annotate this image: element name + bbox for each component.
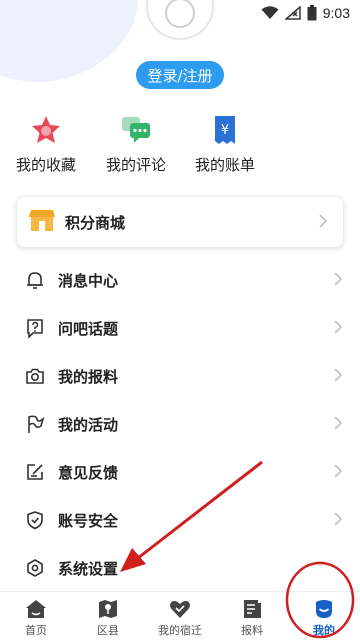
nav-label: 报料 bbox=[241, 624, 263, 637]
menu-item-my-reports[interactable]: 我的报料 bbox=[0, 352, 360, 400]
chevron-right-icon bbox=[319, 213, 328, 232]
nav-label: 首页 bbox=[25, 624, 47, 637]
heart-icon bbox=[169, 598, 191, 620]
menu-item-label: 我的报料 bbox=[58, 367, 119, 386]
question-icon bbox=[24, 317, 46, 339]
report-icon bbox=[241, 598, 263, 620]
menu-item-messages[interactable]: 消息中心 bbox=[0, 256, 360, 304]
chevron-right-icon bbox=[334, 271, 343, 290]
menu-item-my-activities[interactable]: 我的活动 bbox=[0, 400, 360, 448]
settings-icon bbox=[24, 557, 46, 579]
menu-item-topics[interactable]: 问吧话题 bbox=[0, 304, 360, 352]
menu-item-feedback[interactable]: 意见反馈 bbox=[0, 448, 360, 496]
star-icon bbox=[30, 114, 62, 146]
menu-item-label: 消息中心 bbox=[58, 271, 119, 290]
svg-text:¥: ¥ bbox=[221, 123, 229, 138]
shortcut-bills[interactable]: ¥ 我的账单 bbox=[185, 114, 265, 174]
chevron-right-icon bbox=[334, 511, 343, 530]
nav-label: 我的 bbox=[313, 624, 335, 637]
menu-list: 消息中心 问吧话题 我的报料 我的活动 意见反馈 账号安全 系统设置 bbox=[0, 256, 360, 592]
flag-icon bbox=[24, 413, 46, 435]
menu-item-label: 问吧话题 bbox=[58, 319, 119, 338]
shortcut-label: 我的评论 bbox=[105, 156, 166, 174]
chat-bubbles-icon bbox=[120, 114, 152, 146]
shortcut-label: 我的账单 bbox=[194, 156, 255, 174]
points-mall-label: 积分商城 bbox=[65, 213, 126, 232]
login-register-button[interactable]: 登录/注册 bbox=[136, 61, 224, 89]
nav-me[interactable]: 我的 bbox=[288, 592, 360, 640]
shop-icon bbox=[29, 208, 55, 236]
nav-home[interactable]: 首页 bbox=[0, 592, 72, 640]
nav-label: 区县 bbox=[97, 624, 119, 637]
wifi-icon bbox=[261, 6, 279, 20]
nav-label: 我的宿迁 bbox=[158, 624, 202, 637]
points-mall-card[interactable]: 积分商城 bbox=[17, 197, 343, 247]
nav-my-suqian[interactable]: 我的宿迁 bbox=[144, 592, 216, 640]
bottom-navigation: 首页 区县 我的宿迁 报料 我的 bbox=[0, 591, 360, 640]
menu-item-label: 意见反馈 bbox=[58, 463, 119, 482]
menu-item-account-security[interactable]: 账号安全 bbox=[0, 496, 360, 544]
chevron-right-icon bbox=[334, 415, 343, 434]
chevron-right-icon bbox=[334, 367, 343, 386]
bell-icon bbox=[24, 269, 46, 291]
shortcut-label: 我的收藏 bbox=[15, 156, 76, 174]
edit-icon bbox=[24, 461, 46, 483]
menu-item-label: 账号安全 bbox=[58, 511, 119, 530]
map-icon bbox=[97, 598, 119, 620]
camera-icon bbox=[24, 365, 46, 387]
chevron-right-icon bbox=[334, 463, 343, 482]
menu-item-system-settings[interactable]: 系统设置 bbox=[0, 544, 360, 592]
shortcut-row: 我的收藏 我的评论 ¥ 我的账单 bbox=[0, 114, 360, 174]
nav-districts[interactable]: 区县 bbox=[72, 592, 144, 640]
shortcut-favorites[interactable]: 我的收藏 bbox=[6, 114, 86, 174]
menu-item-label: 我的活动 bbox=[58, 415, 119, 434]
shortcut-comments[interactable]: 我的评论 bbox=[96, 114, 176, 174]
battery-icon bbox=[307, 5, 317, 21]
status-time: 9:03 bbox=[322, 5, 350, 21]
nav-report[interactable]: 报料 bbox=[216, 592, 288, 640]
home-icon bbox=[25, 598, 47, 620]
shield-icon bbox=[24, 509, 46, 531]
signal-off-icon bbox=[284, 6, 301, 20]
profile-icon bbox=[313, 598, 335, 620]
bill-icon: ¥ bbox=[209, 114, 241, 146]
chevron-right-icon bbox=[334, 319, 343, 338]
status-bar: 9:03 bbox=[0, 0, 360, 26]
menu-item-label: 系统设置 bbox=[58, 559, 119, 578]
